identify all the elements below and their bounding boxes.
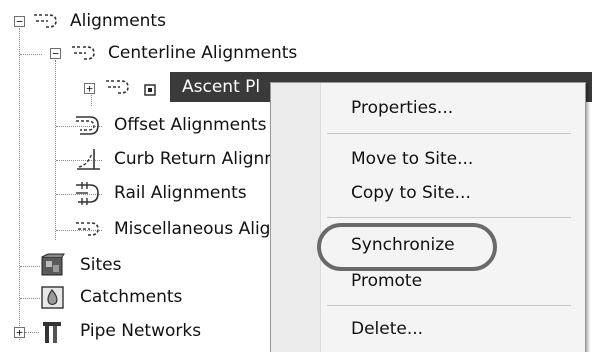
tree-item-rail-alignments[interactable]: Rail Alignments bbox=[0, 178, 270, 210]
tree-item-offset-alignments[interactable]: Offset Alignments bbox=[0, 110, 300, 142]
pipe-networks-icon bbox=[43, 322, 61, 343]
menu-item-delete[interactable]: Delete... bbox=[351, 314, 423, 344]
catchments-icon bbox=[41, 286, 64, 309]
tree-item-alignments[interactable]: − Alignments bbox=[0, 6, 260, 38]
tree-item-label: Centerline Alignments bbox=[108, 43, 298, 63]
tree-item-pipe-networks[interactable]: + Pipe Networks bbox=[0, 316, 240, 348]
rail-alignment-icon bbox=[76, 182, 99, 205]
object-reference-icon bbox=[144, 84, 156, 96]
tree-item-label: Alignments bbox=[70, 11, 166, 31]
menu-separator bbox=[327, 305, 571, 306]
offset-alignment-icon bbox=[76, 116, 99, 135]
curb-return-icon bbox=[77, 149, 100, 170]
tree-item-miscellaneous-alignments[interactable]: Miscellaneous Align bbox=[0, 214, 281, 246]
tree-item-label: Pipe Networks bbox=[80, 321, 202, 341]
menu-separator bbox=[327, 217, 571, 218]
menu-item-copy-to-site[interactable]: Copy to Site... bbox=[351, 178, 471, 208]
expand-toggle[interactable]: + bbox=[14, 327, 25, 338]
tree-item-label: Catchments bbox=[80, 287, 183, 307]
menu-item-synchronize[interactable]: Synchronize bbox=[351, 230, 455, 260]
alignment-icon bbox=[34, 14, 57, 28]
tree-item-centerline-alignments[interactable]: − Centerline Alignments bbox=[0, 38, 320, 70]
tree-item-label: Ascent Pl bbox=[182, 77, 261, 97]
tree-item-label: Miscellaneous Align bbox=[114, 219, 282, 239]
menu-item-move-to-site[interactable]: Move to Site... bbox=[351, 144, 473, 174]
tree-item-label: Rail Alignments bbox=[114, 183, 247, 203]
alignment-icon bbox=[72, 46, 95, 60]
prospector-tree-panel: − Alignments − Centerline Alignments + A… bbox=[0, 0, 592, 352]
tree-item-label: Offset Alignments bbox=[114, 115, 267, 135]
menu-separator bbox=[327, 133, 571, 134]
collapse-toggle[interactable]: − bbox=[50, 48, 61, 59]
menu-item-promote[interactable]: Promote bbox=[351, 266, 422, 296]
tree-item-catchments[interactable]: Catchments bbox=[0, 282, 220, 314]
collapse-toggle[interactable]: − bbox=[14, 16, 25, 27]
misc-alignment-icon bbox=[76, 222, 99, 236]
tree-item-label: Curb Return Alignm bbox=[114, 149, 281, 169]
menu-gutter bbox=[271, 83, 321, 352]
alignment-icon bbox=[106, 80, 129, 94]
menu-item-properties[interactable]: Properties... bbox=[351, 93, 453, 123]
sites-icon bbox=[41, 253, 65, 276]
tree-item-label: Sites bbox=[80, 255, 122, 275]
expand-toggle[interactable]: + bbox=[84, 83, 95, 94]
tree-item-sites[interactable]: Sites bbox=[0, 250, 200, 282]
tree-item-curb-return-alignments[interactable]: Curb Return Alignm bbox=[0, 144, 281, 176]
context-menu: Properties... Move to Site... Copy to Si… bbox=[270, 82, 586, 352]
